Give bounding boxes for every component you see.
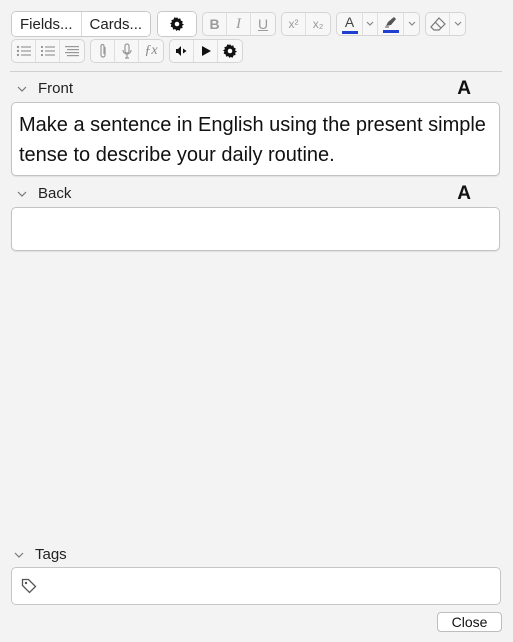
field-label-back: Back [38, 185, 72, 202]
attach-button[interactable] [91, 40, 115, 62]
chevron-down-icon [454, 21, 461, 26]
remove-format-dropdown[interactable] [450, 13, 465, 35]
field-header-back[interactable]: Back [17, 185, 71, 202]
field-label-front: Front [38, 80, 74, 97]
tts-group [169, 39, 243, 63]
gear-icon [223, 44, 237, 58]
editor-toolbar: Fields... Cards... B I U x² x₂ A ƒx [0, 0, 513, 70]
font-indicator-front[interactable]: A [457, 78, 471, 100]
align-button[interactable] [60, 40, 84, 62]
play-button[interactable] [194, 40, 218, 62]
mathjax-button[interactable]: ƒx [139, 40, 163, 62]
bulleted-list-button[interactable] [12, 40, 36, 62]
back-field-text [12, 208, 499, 222]
superscript-button[interactable]: x² [282, 13, 307, 35]
highlighter-icon [384, 16, 396, 27]
play-icon [201, 46, 211, 56]
tags-header[interactable]: Tags [14, 546, 67, 563]
format-group: B I U [202, 12, 277, 36]
cards-button[interactable]: Cards... [81, 12, 151, 36]
gear-icon [170, 17, 185, 31]
align-icon [65, 46, 79, 57]
text-color-button[interactable]: A [337, 13, 364, 35]
field-header-front[interactable]: Front [17, 80, 73, 97]
font-indicator-back[interactable]: A [457, 183, 471, 205]
numbered-list-icon [40, 46, 55, 56]
chevron-down-icon [408, 21, 415, 26]
underline-button[interactable]: U [251, 13, 275, 35]
toolbar-row-1: Fields... Cards... B I U x² x₂ A [11, 11, 471, 37]
highlight-swatch [382, 29, 399, 33]
text-color-dropdown[interactable] [363, 13, 379, 35]
toolbar-row-2: ƒx [11, 39, 248, 63]
color-group: A [336, 12, 421, 36]
record-button[interactable] [115, 40, 139, 62]
chevron-down-icon[interactable] [17, 191, 29, 197]
highlight-button[interactable] [378, 13, 405, 35]
remove-format-button[interactable] [426, 13, 451, 35]
italic-button[interactable]: I [227, 13, 252, 35]
tag-icon [21, 578, 37, 594]
tags-input[interactable] [11, 567, 501, 605]
bold-button[interactable]: B [203, 13, 228, 35]
front-field-editor[interactable]: Make a sentence in English using the pre… [11, 102, 500, 176]
list-group [11, 39, 85, 63]
clear-format-group [425, 12, 467, 36]
media-group: ƒx [90, 39, 164, 63]
fields-button[interactable]: Fields... [12, 12, 82, 36]
text-color-icon: A [344, 13, 355, 30]
speaker-button[interactable] [170, 40, 194, 62]
front-field-text: Make a sentence in English using the pre… [19, 114, 486, 166]
back-field-editor[interactable] [11, 207, 500, 251]
text-color-swatch [341, 30, 358, 34]
note-type-group: Fields... Cards... [11, 11, 152, 37]
settings-button[interactable] [218, 40, 242, 62]
numbered-list-button[interactable] [36, 40, 60, 62]
script-group: x² x₂ [281, 12, 332, 36]
paperclip-icon [99, 43, 106, 58]
eraser-icon [429, 17, 446, 31]
close-button[interactable]: Close [437, 612, 502, 632]
bulleted-list-icon [16, 45, 31, 57]
subscript-button[interactable]: x₂ [306, 13, 330, 35]
tags-label: Tags [35, 546, 67, 563]
chevron-down-icon [366, 21, 374, 26]
chevron-down-icon[interactable] [14, 552, 26, 558]
toolbar-divider [10, 71, 502, 72]
highlight-dropdown[interactable] [404, 13, 419, 35]
options-button[interactable] [158, 12, 197, 36]
options-group [157, 11, 198, 37]
microphone-icon [121, 43, 132, 59]
chevron-down-icon[interactable] [17, 86, 29, 92]
speaker-icon [175, 46, 186, 56]
